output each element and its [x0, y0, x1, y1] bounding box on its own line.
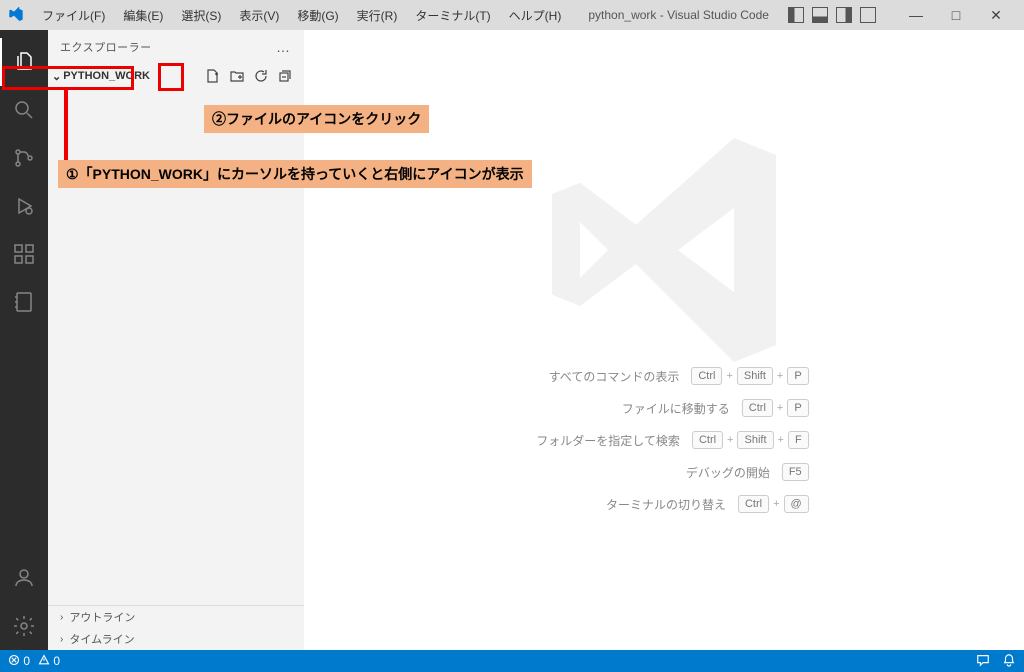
source-control-icon[interactable] [0, 134, 48, 182]
menu-selection[interactable]: 選択(S) [173, 3, 229, 28]
close-button[interactable]: ✕ [976, 3, 1016, 27]
menu-view[interactable]: 表示(V) [231, 3, 287, 28]
annotation-1: ①「PYTHON_WORK」にカーソルを持っていくと右側にアイコンが表示 [58, 160, 532, 188]
cmd-find-folder: フォルダーを指定して検索 Ctrl+Shift+F [519, 431, 808, 449]
explorer-icon[interactable] [0, 38, 48, 86]
notebook-icon[interactable] [0, 278, 48, 326]
menu-bar: ファイル(F) 編集(E) 選択(S) 表示(V) 移動(G) 実行(R) ター… [34, 3, 569, 28]
maximize-button[interactable]: □ [936, 3, 976, 27]
folder-root-row[interactable]: ⌄ PYTHON_WORK [48, 64, 304, 88]
explorer-title: エクスプローラー [60, 39, 152, 55]
status-warnings[interactable]: 0 [38, 654, 60, 668]
menu-go[interactable]: 移動(G) [289, 3, 346, 28]
status-errors[interactable]: 0 [8, 654, 30, 668]
accounts-icon[interactable] [0, 554, 48, 602]
annotation-2: ②ファイルのアイコンをクリック [204, 105, 429, 133]
layout-secondary-sidebar-icon[interactable] [836, 7, 852, 23]
cmd-goto-file: ファイルに移動する Ctrl+P [519, 399, 808, 417]
cmd-toggle-terminal: ターミナルの切り替え Ctrl+@ [519, 495, 808, 513]
chevron-down-icon: ⌄ [52, 70, 61, 83]
layout-icons [788, 7, 876, 23]
more-actions-icon[interactable]: … [276, 39, 292, 55]
folder-name: PYTHON_WORK [63, 70, 150, 82]
new-folder-icon[interactable] [228, 67, 246, 85]
activity-bar [0, 30, 48, 650]
menu-terminal[interactable]: ターミナル(T) [407, 3, 498, 28]
feedback-icon[interactable] [976, 653, 990, 670]
explorer-header: エクスプローラー … [48, 30, 304, 64]
menu-run[interactable]: 実行(R) [349, 3, 406, 28]
menu-help[interactable]: ヘルプ(H) [501, 3, 570, 28]
search-icon[interactable] [0, 86, 48, 134]
status-bar: 0 0 [0, 650, 1024, 672]
layout-customize-icon[interactable] [860, 7, 876, 23]
timeline-section[interactable]: ›タイムライン [48, 628, 304, 650]
menu-file[interactable]: ファイル(F) [34, 3, 113, 28]
menu-edit[interactable]: 編集(E) [115, 3, 171, 28]
refresh-icon[interactable] [252, 67, 270, 85]
new-file-icon[interactable] [204, 67, 222, 85]
outline-section[interactable]: ›アウトライン [48, 606, 304, 628]
window-controls: — □ ✕ [896, 3, 1016, 27]
highlight-connector-line [64, 90, 68, 163]
sidebar-bottom: ›アウトライン ›タイムライン [48, 605, 304, 650]
settings-gear-icon[interactable] [0, 602, 48, 650]
collapse-all-icon[interactable] [276, 67, 294, 85]
vscode-watermark-icon [524, 110, 804, 390]
chevron-right-icon: › [60, 612, 63, 623]
window-title: python_work - Visual Studio Code [569, 8, 788, 22]
extensions-icon[interactable] [0, 230, 48, 278]
minimize-button[interactable]: — [896, 3, 936, 27]
layout-primary-sidebar-icon[interactable] [788, 7, 804, 23]
layout-panel-icon[interactable] [812, 7, 828, 23]
bell-icon[interactable] [1002, 653, 1016, 670]
vscode-icon [8, 7, 24, 23]
title-bar: ファイル(F) 編集(E) 選択(S) 表示(V) 移動(G) 実行(R) ター… [0, 0, 1024, 30]
cmd-start-debug: デバッグの開始 F5 [519, 463, 808, 481]
run-debug-icon[interactable] [0, 182, 48, 230]
chevron-right-icon: › [60, 634, 63, 645]
